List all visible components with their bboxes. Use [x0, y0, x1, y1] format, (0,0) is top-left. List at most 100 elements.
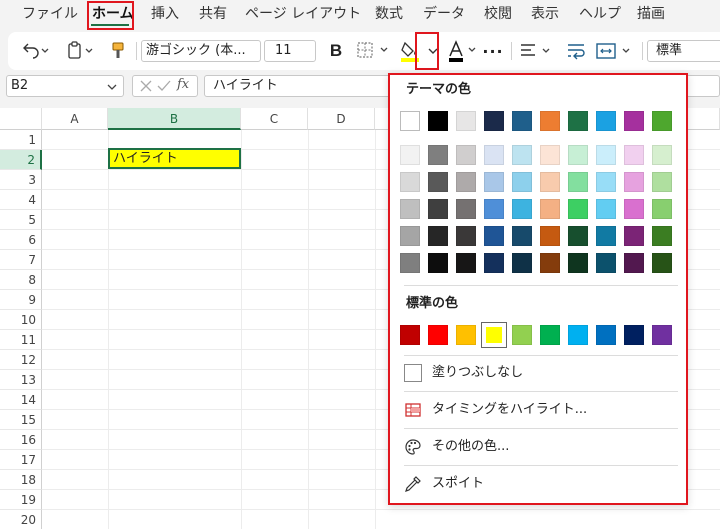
theme-color-swatch[interactable]: [400, 145, 420, 165]
theme-color-swatch[interactable]: [540, 111, 560, 131]
theme-color-swatch[interactable]: [456, 172, 476, 192]
tab-share[interactable]: 共有: [199, 5, 227, 23]
column-header-a[interactable]: A: [42, 108, 108, 130]
standard-color-swatch[interactable]: [652, 325, 672, 345]
theme-color-swatch[interactable]: [400, 172, 420, 192]
theme-color-swatch[interactable]: [428, 253, 448, 273]
theme-color-swatch[interactable]: [512, 145, 532, 165]
theme-color-swatch[interactable]: [596, 145, 616, 165]
row-header[interactable]: 11: [0, 330, 42, 350]
theme-color-swatch[interactable]: [428, 172, 448, 192]
standard-color-swatch[interactable]: [540, 325, 560, 345]
theme-color-swatch[interactable]: [540, 226, 560, 246]
align-button[interactable]: [518, 32, 558, 70]
row-header[interactable]: 4: [0, 190, 42, 210]
standard-color-swatch[interactable]: [512, 325, 532, 345]
theme-color-swatch[interactable]: [540, 253, 560, 273]
select-all-corner[interactable]: [0, 108, 42, 130]
theme-color-swatch[interactable]: [652, 172, 672, 192]
standard-color-swatch[interactable]: [456, 325, 476, 345]
tab-file[interactable]: ファイル: [22, 5, 78, 23]
check-icon[interactable]: [157, 79, 171, 93]
theme-color-swatch[interactable]: [596, 253, 616, 273]
paste-button[interactable]: [63, 32, 97, 70]
theme-color-swatch[interactable]: [400, 199, 420, 219]
standard-color-swatch[interactable]: [400, 325, 420, 345]
theme-color-swatch[interactable]: [484, 253, 504, 273]
tab-review[interactable]: 校閲: [484, 5, 512, 23]
tab-formulas[interactable]: 数式: [375, 5, 403, 23]
theme-color-swatch[interactable]: [624, 145, 644, 165]
theme-color-swatch[interactable]: [512, 199, 532, 219]
bold-button[interactable]: B: [324, 32, 348, 70]
theme-color-swatch[interactable]: [652, 111, 672, 131]
theme-color-swatch[interactable]: [400, 226, 420, 246]
theme-color-swatch[interactable]: [456, 145, 476, 165]
more-commands-button[interactable]: ···: [481, 32, 505, 70]
theme-color-swatch[interactable]: [484, 145, 504, 165]
theme-color-swatch[interactable]: [456, 226, 476, 246]
theme-color-swatch[interactable]: [596, 172, 616, 192]
merge-button[interactable]: [594, 32, 638, 70]
cancel-icon[interactable]: [139, 79, 153, 93]
row-header[interactable]: 6: [0, 230, 42, 250]
theme-color-swatch[interactable]: [540, 145, 560, 165]
cell-b2[interactable]: ハイライト: [108, 148, 241, 169]
column-header-b[interactable]: B: [108, 108, 241, 130]
font-size-select[interactable]: 11: [264, 40, 316, 62]
theme-color-swatch[interactable]: [456, 199, 476, 219]
row-header[interactable]: 17: [0, 450, 42, 470]
name-box[interactable]: B2: [6, 75, 124, 97]
theme-color-swatch[interactable]: [568, 253, 588, 273]
standard-color-swatch[interactable]: [428, 325, 448, 345]
theme-color-swatch[interactable]: [540, 172, 560, 192]
theme-color-swatch[interactable]: [568, 226, 588, 246]
borders-button[interactable]: [353, 32, 397, 70]
theme-color-swatch[interactable]: [512, 226, 532, 246]
row-header[interactable]: 12: [0, 350, 42, 370]
theme-color-swatch[interactable]: [596, 226, 616, 246]
theme-color-swatch[interactable]: [624, 226, 644, 246]
eyedropper-option[interactable]: スポイト: [402, 471, 678, 497]
font-color-button[interactable]: [446, 32, 482, 70]
theme-color-swatch[interactable]: [652, 199, 672, 219]
theme-color-swatch[interactable]: [596, 111, 616, 131]
wrap-text-button[interactable]: [563, 32, 589, 70]
theme-color-swatch[interactable]: [624, 199, 644, 219]
theme-color-swatch[interactable]: [624, 111, 644, 131]
theme-color-swatch[interactable]: [568, 145, 588, 165]
theme-color-swatch[interactable]: [568, 172, 588, 192]
theme-color-swatch[interactable]: [568, 111, 588, 131]
tab-help[interactable]: ヘルプ: [579, 5, 621, 23]
standard-color-swatch[interactable]: [568, 325, 588, 345]
theme-color-swatch[interactable]: [428, 111, 448, 131]
more-colors-option[interactable]: その他の色...: [402, 434, 678, 460]
standard-color-swatch[interactable]: [596, 325, 616, 345]
row-header[interactable]: 19: [0, 490, 42, 510]
theme-color-swatch[interactable]: [624, 253, 644, 273]
format-painter-button[interactable]: [106, 32, 130, 70]
theme-color-swatch[interactable]: [428, 145, 448, 165]
theme-color-swatch[interactable]: [484, 199, 504, 219]
theme-color-swatch[interactable]: [428, 226, 448, 246]
theme-color-swatch[interactable]: [512, 111, 532, 131]
theme-color-swatch[interactable]: [652, 145, 672, 165]
font-name-select[interactable]: 游ゴシック (本...: [141, 40, 261, 62]
row-header[interactable]: 9: [0, 290, 42, 310]
theme-color-swatch[interactable]: [428, 199, 448, 219]
tab-draw[interactable]: 描画: [637, 5, 665, 23]
row-header[interactable]: 7: [0, 250, 42, 270]
theme-color-swatch[interactable]: [400, 253, 420, 273]
theme-color-swatch[interactable]: [512, 253, 532, 273]
theme-color-swatch[interactable]: [456, 253, 476, 273]
row-header[interactable]: 1: [0, 130, 42, 150]
tab-view[interactable]: 表示: [531, 5, 559, 23]
tab-page-layout[interactable]: ページ レイアウト: [245, 5, 361, 23]
theme-color-swatch[interactable]: [652, 253, 672, 273]
column-header-c[interactable]: C: [241, 108, 308, 130]
row-header[interactable]: 20: [0, 510, 42, 529]
theme-color-swatch[interactable]: [512, 172, 532, 192]
row-header[interactable]: 14: [0, 390, 42, 410]
row-header[interactable]: 15: [0, 410, 42, 430]
row-header[interactable]: 10: [0, 310, 42, 330]
